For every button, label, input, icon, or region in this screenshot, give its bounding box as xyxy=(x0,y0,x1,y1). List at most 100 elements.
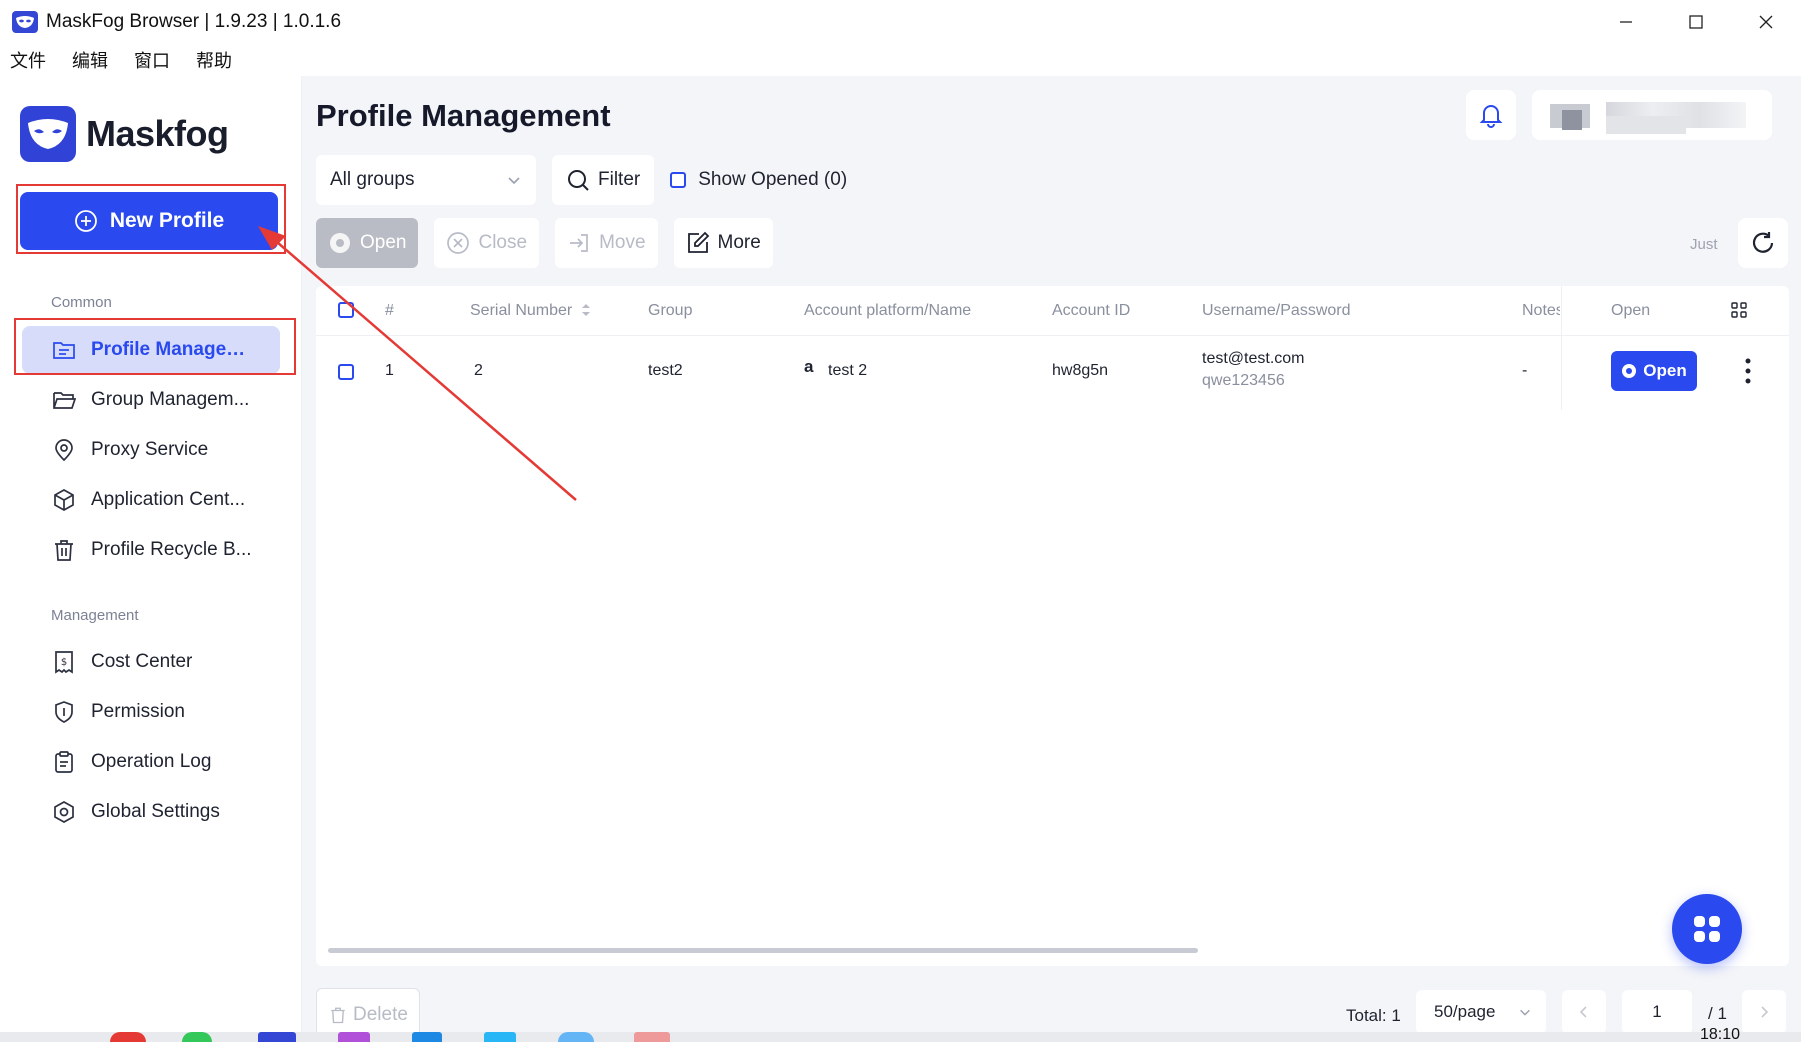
menu-window[interactable]: 窗口 xyxy=(134,47,170,73)
apps-fab-button[interactable] xyxy=(1672,894,1742,964)
table-header: # Serial Number Group Account platform/N… xyxy=(316,286,1789,336)
svg-text:$: $ xyxy=(61,657,67,668)
row-notes: - xyxy=(1522,362,1528,379)
trash-icon xyxy=(52,538,76,562)
taskbar-app-icon[interactable] xyxy=(338,1032,370,1042)
sidebar-item-application-center[interactable]: Application Cent... xyxy=(22,476,280,524)
close-button[interactable]: Close xyxy=(434,218,540,268)
action-row: Open Close Move More xyxy=(316,218,789,268)
mask-logo-icon xyxy=(20,106,76,162)
menu-edit[interactable]: 编辑 xyxy=(72,47,108,73)
column-header-account-id: Account ID xyxy=(1052,302,1131,319)
row-account-id: hw8g5n xyxy=(1052,362,1109,379)
select-all-checkbox[interactable] xyxy=(338,302,354,318)
main-panel: Profile Management All groups Filter Sho… xyxy=(302,76,1801,1042)
sidebar-item-label: Profile Recycle B... xyxy=(91,539,252,560)
profiles-table: # Serial Number Group Account platform/N… xyxy=(316,286,1789,966)
taskbar-app-icon[interactable] xyxy=(258,1032,296,1042)
blurred-username-detail xyxy=(1606,116,1686,134)
folder-open-icon xyxy=(52,388,76,412)
taskbar-app-icon[interactable] xyxy=(558,1032,594,1042)
chevron-left-icon xyxy=(1579,1006,1587,1018)
cube-icon xyxy=(52,488,76,512)
annotation-highlight-profile-management xyxy=(14,318,296,375)
sidebar: Maskfog New Profile Common Profile Manag… xyxy=(0,76,302,1042)
taskbar-app-icon[interactable] xyxy=(634,1032,670,1042)
close-icon[interactable] xyxy=(1731,0,1801,44)
page-size-value: 50/page xyxy=(1434,1002,1496,1021)
group-select[interactable]: All groups xyxy=(316,155,536,205)
filter-row: All groups Filter Show Opened (0) xyxy=(316,155,847,205)
notification-button[interactable] xyxy=(1466,90,1516,140)
column-header-platform: Account platform/Name xyxy=(804,302,972,319)
receipt-icon: $ xyxy=(52,650,76,674)
taskbar-app-icon[interactable] xyxy=(110,1032,146,1042)
grid-apps-icon xyxy=(1694,916,1720,942)
next-page-button[interactable] xyxy=(1742,990,1786,1034)
column-header-serial[interactable]: Serial Number xyxy=(470,302,591,320)
table-row[interactable]: 1 2 test2 a test 2 hw8g5n test@test.com … xyxy=(316,337,1789,407)
row-checkbox[interactable] xyxy=(338,364,354,380)
row-index: 1 xyxy=(385,362,394,379)
refresh-button[interactable] xyxy=(1738,218,1788,268)
hexagon-gear-icon xyxy=(52,800,76,824)
annotation-highlight-new-profile xyxy=(16,184,286,254)
row-open-button[interactable]: Open xyxy=(1611,351,1697,391)
sidebar-item-label: Permission xyxy=(91,701,185,722)
move-button[interactable]: Move xyxy=(555,218,658,268)
page-size-select[interactable]: 50/page xyxy=(1416,990,1546,1034)
row-password: qwe123456 xyxy=(1202,372,1285,389)
filter-button[interactable]: Filter xyxy=(552,155,655,205)
taskbar-app-icon[interactable] xyxy=(182,1032,212,1042)
user-account-chip[interactable] xyxy=(1532,90,1772,140)
show-opened-toggle[interactable]: Show Opened (0) xyxy=(670,169,847,191)
refresh-time-label: Just xyxy=(1690,236,1718,253)
chevron-down-icon xyxy=(1520,1009,1530,1016)
row-serial: 2 xyxy=(474,362,483,379)
shield-icon xyxy=(52,700,76,724)
sidebar-item-profile-recycle-bin[interactable]: Profile Recycle B... xyxy=(22,526,280,574)
sort-icon xyxy=(581,304,590,316)
column-header-group: Group xyxy=(648,302,693,319)
minimize-icon[interactable] xyxy=(1591,0,1661,44)
clipboard-icon xyxy=(52,750,76,774)
column-header-notes: Notes xyxy=(1522,302,1560,319)
sidebar-item-label: Operation Log xyxy=(91,751,212,772)
close-label: Close xyxy=(478,232,528,253)
total-count: Total: 1 xyxy=(1346,1006,1401,1025)
sidebar-item-global-settings[interactable]: Global Settings xyxy=(22,788,280,836)
sidebar-item-operation-log[interactable]: Operation Log xyxy=(22,738,280,786)
taskbar-clock: 18:10 xyxy=(1700,1026,1741,1042)
row-username: test@test.com xyxy=(1202,350,1305,367)
row-open-label: Open xyxy=(1643,361,1687,380)
maximize-icon[interactable] xyxy=(1661,0,1731,44)
sidebar-item-permission[interactable]: Permission xyxy=(22,688,280,736)
current-page-input[interactable]: 1 xyxy=(1622,990,1692,1034)
show-opened-checkbox[interactable] xyxy=(670,172,687,188)
sidebar-item-label: Proxy Service xyxy=(91,439,209,460)
sidebar-item-cost-center[interactable]: $ Cost Center xyxy=(22,638,280,686)
horizontal-scrollbar[interactable] xyxy=(328,948,1198,953)
open-button[interactable]: Open xyxy=(316,218,419,268)
prev-page-button[interactable] xyxy=(1562,990,1606,1034)
menu-file[interactable]: 文件 xyxy=(10,47,46,73)
chrome-icon xyxy=(330,233,350,253)
delete-label: Delete xyxy=(353,1004,408,1025)
move-label: Move xyxy=(599,232,646,253)
taskbar-app-icon[interactable] xyxy=(484,1032,516,1042)
row-platform-name: test 2 xyxy=(828,362,868,379)
column-header-username-password: Username/Password xyxy=(1202,302,1351,319)
column-header-index: # xyxy=(385,302,394,319)
trash-icon xyxy=(331,1007,345,1024)
row-more-icon[interactable] xyxy=(1743,357,1753,385)
sidebar-item-group-management[interactable]: Group Managem... xyxy=(22,376,280,424)
close-circle-icon xyxy=(447,232,470,254)
menu-help[interactable]: 帮助 xyxy=(196,47,232,73)
filter-label: Filter xyxy=(598,169,641,190)
sidebar-item-proxy-service[interactable]: Proxy Service xyxy=(22,426,280,474)
taskbar-app-icon[interactable] xyxy=(412,1032,442,1042)
chevron-down-icon xyxy=(508,177,520,185)
column-settings-icon[interactable] xyxy=(1731,302,1747,318)
more-button[interactable]: More xyxy=(673,218,773,268)
search-icon xyxy=(568,170,589,191)
